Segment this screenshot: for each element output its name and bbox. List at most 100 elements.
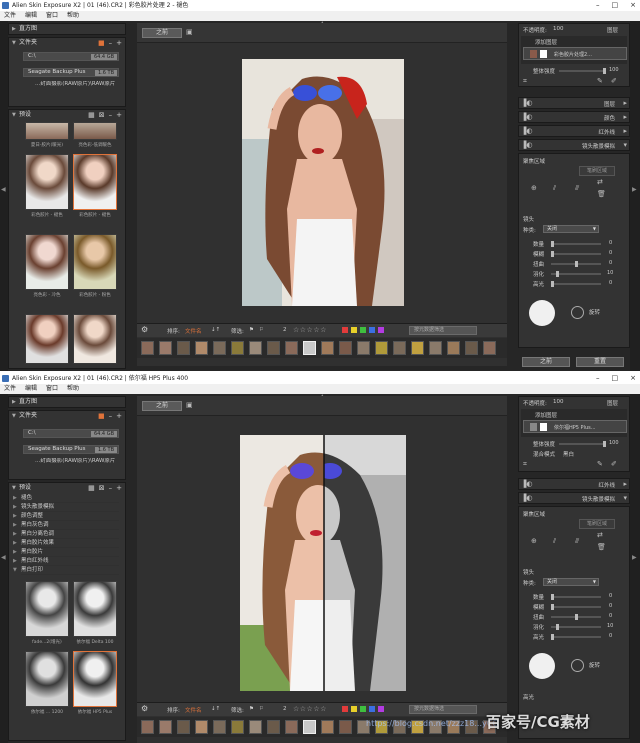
minimize-icon[interactable]: – [596, 0, 600, 11]
flag-icon[interactable]: ⚑ [249, 327, 254, 333]
distortion-slider[interactable] [551, 261, 601, 267]
amount-slider-knob[interactable] [551, 594, 554, 600]
crop-icon[interactable]: ⌗ [523, 77, 527, 86]
preset-thumb[interactable] [73, 122, 117, 140]
menu-window[interactable]: 窗口 [46, 11, 58, 21]
brush-icon[interactable]: ✎ [597, 460, 603, 468]
sort-order-icon[interactable]: ↓↑ [211, 706, 220, 712]
opacity-value[interactable]: 100 [553, 399, 564, 405]
focus-point-icon[interactable]: ⊕ [531, 184, 537, 192]
layer-dropdown[interactable]: 图层 [607, 26, 618, 34]
left-gutter[interactable]: ◀ [0, 394, 8, 743]
brush-icon[interactable]: ✎ [597, 77, 603, 85]
film-thumb[interactable] [267, 341, 280, 355]
film-thumb[interactable] [159, 720, 172, 734]
menu-file[interactable]: 文件 [4, 11, 16, 21]
list-view-icon[interactable]: ⊠ [99, 483, 105, 493]
film-thumb[interactable] [267, 720, 280, 734]
pen-icon[interactable]: ✐ [611, 460, 617, 468]
close-icon[interactable]: × [630, 373, 636, 384]
color-label-blue[interactable] [369, 327, 375, 333]
before-button[interactable]: 之前 [142, 401, 182, 411]
focus-band-icon[interactable]: ⫻ [575, 184, 579, 193]
menu-help[interactable]: 帮助 [67, 384, 79, 394]
drive-c[interactable]: C:\ 64.4 GB [23, 429, 119, 438]
panel-row[interactable]: ▐◐ 颜色 ▸ [518, 111, 630, 123]
preset-thumb[interactable] [25, 651, 69, 707]
collapse-right-icon[interactable]: ▶ [632, 554, 637, 561]
film-thumb[interactable] [213, 720, 226, 734]
compare-view-icon[interactable]: ▣ [186, 401, 193, 409]
right-gutter[interactable]: ▶ [630, 394, 640, 743]
preset-thumb[interactable] [73, 581, 117, 637]
film-thumb[interactable] [285, 720, 298, 734]
presets-header[interactable]: ▼ 预设 ▦ ⊠ – + [9, 483, 125, 493]
highlight-slider[interactable] [551, 281, 601, 287]
preset-category[interactable]: ▶ 褪色 [13, 494, 119, 503]
toggle-icon[interactable]: ▐◐ [521, 494, 533, 502]
film-thumb[interactable] [249, 720, 262, 734]
preset-category[interactable]: ▶ 黑白胶片 [13, 548, 119, 557]
highlight-slider-knob[interactable] [551, 281, 554, 287]
folder-item[interactable]: ...封面摄影(RAW原片)\RAW原片 [35, 458, 119, 465]
film-thumb[interactable] [177, 720, 190, 734]
preset-thumb[interactable] [25, 581, 69, 637]
close-icon[interactable]: × [630, 0, 636, 11]
preset-category[interactable]: ▶ 镜头散景模拟 [13, 503, 119, 512]
color-label-red[interactable] [342, 327, 348, 333]
pen-icon[interactable]: ✐ [611, 77, 617, 85]
left-gutter[interactable]: ◀ [0, 21, 8, 371]
flag-icon[interactable]: ⚑ [249, 706, 254, 712]
rotation-dial[interactable] [571, 306, 584, 319]
color-label-purple[interactable] [378, 706, 384, 712]
sort-dropdown[interactable]: 文件名 [185, 327, 202, 335]
opacity-value[interactable]: 100 [553, 26, 564, 32]
panel-row[interactable]: ▐◐ 镜头散景模拟 ▾ [518, 492, 630, 504]
feather-slider-knob[interactable] [556, 624, 559, 630]
swap-icon[interactable]: ⇄ [597, 178, 603, 186]
filmstrip[interactable] [137, 338, 507, 358]
film-thumb-selected[interactable] [303, 720, 316, 734]
focus-line-icon[interactable]: ⫽ [553, 184, 556, 193]
preset-category[interactable]: ▶ 黑白胶片效果 [13, 539, 119, 548]
strength-slider-knob[interactable] [603, 441, 606, 447]
preset-thumb[interactable] [73, 314, 117, 364]
preset-thumb[interactable] [25, 314, 69, 364]
settings-icon[interactable]: ⚙ [141, 704, 148, 713]
strength-slider[interactable] [559, 441, 606, 447]
brush-area-button[interactable]: 笔刷区域 [579, 166, 615, 176]
film-thumb[interactable] [465, 341, 478, 355]
color-label-yellow[interactable] [351, 327, 357, 333]
color-label-green[interactable] [360, 706, 366, 712]
film-thumb[interactable] [411, 341, 424, 355]
preset-thumb[interactable] [25, 122, 69, 140]
strength-slider[interactable] [559, 68, 606, 74]
metadata-search-input[interactable]: 按元数据筛选 [409, 326, 477, 335]
collapse-left-icon[interactable]: ◀ [1, 186, 6, 193]
film-thumb[interactable] [285, 341, 298, 355]
preset-thumb[interactable] [25, 154, 69, 210]
star-filter[interactable]: ☆☆☆☆☆ [293, 705, 327, 713]
folder-icon[interactable]: ■ [98, 38, 105, 48]
sort-order-icon[interactable]: ↓↑ [211, 327, 220, 333]
film-thumb[interactable] [321, 720, 334, 734]
minus-icon[interactable]: – [109, 411, 113, 421]
aperture-shape-preview[interactable] [529, 653, 555, 679]
folder-icon[interactable]: ■ [98, 411, 105, 421]
film-thumb[interactable] [447, 341, 460, 355]
distortion-slider-knob[interactable] [575, 261, 578, 267]
swap-icon[interactable]: ⇄ [597, 531, 603, 539]
film-thumb[interactable] [339, 341, 352, 355]
plus-icon[interactable]: + [116, 483, 122, 493]
menu-help[interactable]: 帮助 [67, 11, 79, 21]
amount-slider[interactable] [551, 241, 601, 247]
plus-icon[interactable]: + [116, 411, 122, 421]
film-thumb[interactable] [213, 341, 226, 355]
film-thumb[interactable] [483, 341, 496, 355]
toggle-icon[interactable]: ▐◐ [521, 141, 533, 149]
folders-header[interactable]: ▼ 文件夹 ■ – + [9, 411, 125, 421]
right-gutter[interactable]: ▶ [630, 21, 640, 371]
layer-row[interactable]: 彩色胶片处理2... [523, 47, 627, 60]
film-thumb[interactable] [141, 720, 154, 734]
toggle-icon[interactable]: ▐◐ [521, 480, 533, 488]
